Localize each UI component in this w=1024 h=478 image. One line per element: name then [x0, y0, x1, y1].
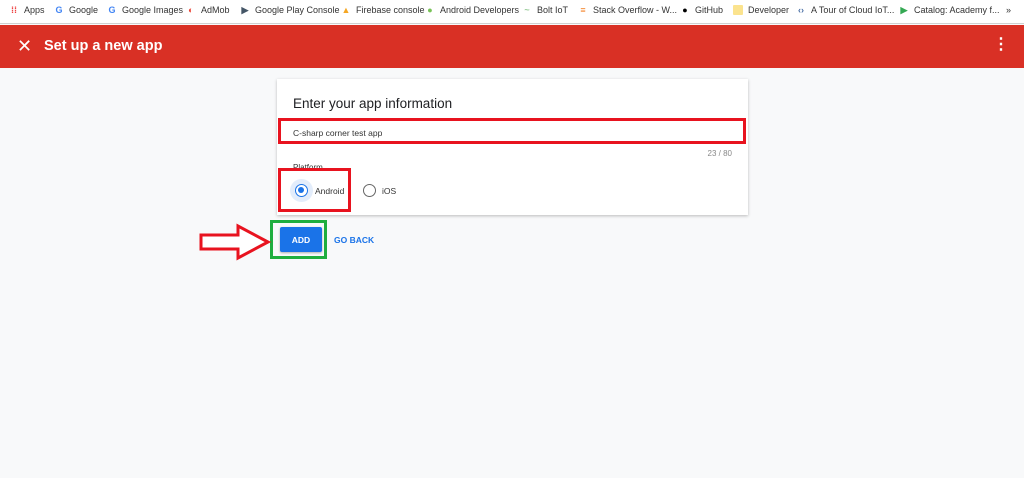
stack-overflow-icon: ≡ [580, 5, 586, 15]
android-icon: ● [427, 5, 433, 15]
bookmark-catalog[interactable]: ▶ Catalog: Academy f... [899, 5, 1000, 15]
page-title: Set up a new app [44, 38, 163, 54]
play-icon: ▶ [900, 5, 908, 15]
firebase-icon: ▲ [341, 5, 351, 15]
arrow-annotation-icon [199, 223, 272, 261]
admob-icon: ◐ [188, 5, 194, 15]
cloud-iot-icon: ‹› [798, 5, 804, 15]
bookmark-apps[interactable]: ⁞⁞ Apps [9, 5, 45, 15]
bookmark-firebase[interactable]: ▲ Firebase console [341, 5, 425, 15]
bookmark-label: Catalog: Academy f... [914, 5, 1000, 15]
ios-label[interactable]: iOS [382, 186, 396, 196]
bookmark-label: Google Images [122, 5, 184, 15]
bookmark-label: Developer [748, 5, 790, 15]
github-icon: ● [682, 5, 688, 15]
app-bar: ✕ Set up a new app ⋮ [0, 25, 1024, 68]
bookmark-bolt-iot[interactable]: ~ Bolt IoT [522, 5, 568, 15]
card-title: Enter your app information [293, 96, 453, 111]
bookmark-label: Stack Overflow - W... [593, 5, 678, 15]
char-counter: 23 / 80 [707, 149, 732, 158]
bookmark-admob[interactable]: ◐ AdMob [186, 5, 230, 15]
google-icon: G [55, 5, 63, 15]
bookmark-stack-overflow[interactable]: ≡ Stack Overflow - W... [578, 5, 677, 15]
bookmark-google-images[interactable]: G Google Images [107, 5, 183, 15]
bookmark-developer[interactable]: Developer [733, 5, 789, 15]
more-vert-icon[interactable]: ⋮ [993, 35, 1009, 55]
bookmark-cloud-iot[interactable]: ‹› A Tour of Cloud IoT... [796, 5, 894, 15]
bookmark-label: AdMob [201, 5, 230, 15]
bookmark-label: Google Play Console [255, 5, 340, 15]
bookmarks-bar: ⁞⁞ Apps G Google G Google Images ◐ AdMob ▶ Go… [0, 0, 1024, 24]
bookmark-label: A Tour of Cloud IoT... [811, 5, 895, 15]
folder-icon [733, 5, 743, 15]
go-back-button[interactable]: GO BACK [334, 235, 374, 245]
bookmark-play-console[interactable]: ▶ Google Play Console [240, 5, 340, 15]
bookmarks-overflow-button[interactable]: » [1006, 5, 1011, 15]
bookmark-android-developers[interactable]: ● Android Developers [425, 5, 519, 15]
google-icon: G [108, 5, 116, 15]
bookmark-google[interactable]: G Google [54, 5, 98, 15]
android-highlight-box [278, 168, 351, 212]
bookmark-label: GitHub [695, 5, 724, 15]
bookmark-label: Firebase console [356, 5, 425, 15]
bookmark-label: Bolt IoT [537, 5, 569, 15]
bolt-iot-icon: ~ [524, 5, 530, 15]
bookmark-label: Apps [24, 5, 45, 15]
ios-radio[interactable] [363, 184, 376, 197]
bookmark-label: Google [69, 5, 99, 15]
play-console-icon: ▶ [241, 5, 249, 15]
apps-grid-icon: ⁞⁞ [11, 5, 17, 15]
close-icon[interactable]: ✕ [17, 36, 32, 56]
name-highlight-box [278, 118, 746, 144]
bookmark-label: Android Developers [440, 5, 520, 15]
bookmark-github[interactable]: ● GitHub [680, 5, 723, 15]
add-button[interactable]: ADD [280, 227, 322, 252]
